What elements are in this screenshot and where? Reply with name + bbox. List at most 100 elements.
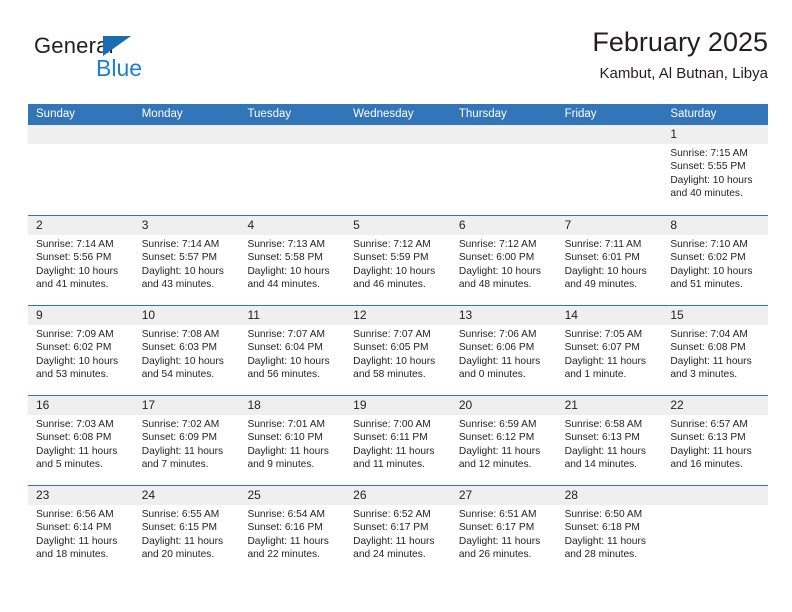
daylight-text-line2: and 5 minutes. bbox=[36, 459, 103, 471]
day-cell[interactable]: 24 Sunrise: 6:55 AM Sunset: 6:15 PM Dayl… bbox=[133, 486, 240, 575]
page-subtitle-location: Kambut, Al Butnan, Libya bbox=[599, 65, 768, 82]
day-number-band: 18 bbox=[239, 396, 346, 415]
sunset-text: Sunset: 6:02 PM bbox=[670, 252, 746, 264]
day-number: 19 bbox=[353, 398, 367, 412]
day-details: Sunrise: 7:06 AM Sunset: 6:06 PM Dayligh… bbox=[451, 325, 557, 382]
day-number-band: 15 bbox=[662, 306, 769, 325]
day-number: 23 bbox=[36, 488, 50, 502]
daylight-text-line1: Daylight: 11 hours bbox=[458, 535, 541, 547]
day-details: Sunrise: 7:11 AM Sunset: 6:01 PM Dayligh… bbox=[557, 235, 663, 292]
daylight-text-line2: and 43 minutes. bbox=[141, 279, 215, 291]
page-header: General Blue February 2025 Kambut, Al Bu… bbox=[28, 26, 768, 98]
sunset-text: Sunset: 5:55 PM bbox=[670, 161, 746, 173]
sunset-text: Sunset: 6:11 PM bbox=[353, 432, 428, 444]
day-number-band: 5 bbox=[345, 216, 451, 235]
day-cell[interactable]: 23 Sunrise: 6:56 AM Sunset: 6:14 PM Dayl… bbox=[28, 486, 134, 575]
sunset-text: Sunset: 6:18 PM bbox=[564, 522, 640, 534]
daylight-text-line2: and 9 minutes. bbox=[247, 459, 315, 471]
day-cell[interactable] bbox=[345, 125, 451, 215]
day-number-band: 9 bbox=[28, 306, 134, 325]
day-details: Sunrise: 7:13 AM Sunset: 5:58 PM Dayligh… bbox=[239, 235, 345, 292]
day-number: 13 bbox=[458, 308, 473, 322]
day-cell[interactable]: 28 Sunrise: 6:50 AM Sunset: 6:18 PM Dayl… bbox=[556, 486, 663, 575]
day-cell[interactable]: 7 Sunrise: 7:11 AM Sunset: 6:01 PM Dayli… bbox=[556, 216, 663, 305]
day-details: Sunrise: 6:50 AM Sunset: 6:18 PM Dayligh… bbox=[557, 505, 663, 562]
calendar-page: General Blue February 2025 Kambut, Al Bu… bbox=[0, 0, 792, 612]
daylight-text-line1: Daylight: 11 hours bbox=[564, 445, 646, 457]
day-cell[interactable]: 13 Sunrise: 7:06 AM Sunset: 6:06 PM Dayl… bbox=[450, 306, 557, 395]
daylight-text-line1: Daylight: 10 hours bbox=[564, 265, 647, 277]
day-number-band: 13 bbox=[450, 306, 557, 325]
day-details: Sunrise: 7:07 AM Sunset: 6:05 PM Dayligh… bbox=[345, 325, 451, 382]
day-number-band: 7 bbox=[556, 216, 663, 235]
day-details: Sunrise: 6:58 AM Sunset: 6:13 PM Dayligh… bbox=[557, 415, 663, 472]
sunset-text: Sunset: 6:14 PM bbox=[36, 522, 112, 534]
daylight-text-line1: Daylight: 10 hours bbox=[36, 355, 119, 367]
sunset-text: Sunset: 6:13 PM bbox=[564, 432, 640, 444]
day-cell[interactable] bbox=[28, 125, 134, 215]
weekday-header-monday: Monday bbox=[141, 108, 183, 120]
day-details: Sunrise: 6:51 AM Sunset: 6:17 PM Dayligh… bbox=[451, 505, 557, 562]
day-cell[interactable]: 19 Sunrise: 7:00 AM Sunset: 6:11 PM Dayl… bbox=[345, 396, 451, 485]
sunset-text: Sunset: 6:13 PM bbox=[670, 432, 746, 444]
day-details bbox=[557, 144, 663, 147]
day-cell[interactable]: 4 Sunrise: 7:13 AM Sunset: 5:58 PM Dayli… bbox=[239, 216, 346, 305]
daylight-text-line1: Daylight: 11 hours bbox=[564, 535, 646, 547]
day-cell[interactable]: 16 Sunrise: 7:03 AM Sunset: 6:08 PM Dayl… bbox=[28, 396, 134, 485]
day-cell[interactable] bbox=[133, 125, 240, 215]
sunrise-text: Sunrise: 6:58 AM bbox=[564, 419, 643, 430]
day-cell[interactable]: 10 Sunrise: 7:08 AM Sunset: 6:03 PM Dayl… bbox=[133, 306, 240, 395]
day-number-band: 27 bbox=[450, 486, 557, 505]
day-cell[interactable]: 5 Sunrise: 7:12 AM Sunset: 5:59 PM Dayli… bbox=[345, 216, 451, 305]
day-cell[interactable]: 21 Sunrise: 6:58 AM Sunset: 6:13 PM Dayl… bbox=[556, 396, 663, 485]
daylight-text-line2: and 49 minutes. bbox=[564, 279, 638, 291]
day-number-band bbox=[345, 125, 451, 144]
day-cell[interactable] bbox=[239, 125, 346, 215]
day-cell[interactable]: 9 Sunrise: 7:09 AM Sunset: 6:02 PM Dayli… bbox=[28, 306, 134, 395]
day-cell[interactable]: 2 Sunrise: 7:14 AM Sunset: 5:56 PM Dayli… bbox=[28, 216, 134, 305]
day-cell[interactable]: 25 Sunrise: 6:54 AM Sunset: 6:16 PM Dayl… bbox=[239, 486, 346, 575]
sunrise-text: Sunrise: 7:13 AM bbox=[247, 239, 326, 250]
day-cell[interactable]: 12 Sunrise: 7:07 AM Sunset: 6:05 PM Dayl… bbox=[345, 306, 451, 395]
day-cell[interactable]: 15 Sunrise: 7:04 AM Sunset: 6:08 PM Dayl… bbox=[662, 306, 769, 395]
day-cell[interactable]: 11 Sunrise: 7:07 AM Sunset: 6:04 PM Dayl… bbox=[239, 306, 346, 395]
logo-text-blue: Blue bbox=[96, 55, 143, 81]
day-cell[interactable] bbox=[556, 125, 663, 215]
day-cell[interactable]: 26 Sunrise: 6:52 AM Sunset: 6:17 PM Dayl… bbox=[345, 486, 451, 575]
day-details bbox=[239, 144, 345, 147]
daylight-text-line2: and 18 minutes. bbox=[36, 549, 109, 561]
daylight-text-line2: and 41 minutes. bbox=[36, 279, 109, 291]
sunrise-text: Sunrise: 7:08 AM bbox=[141, 329, 220, 340]
day-number-band: 16 bbox=[28, 396, 134, 415]
day-number: 22 bbox=[670, 398, 684, 412]
day-cell[interactable] bbox=[662, 486, 769, 575]
daylight-text-line1: Daylight: 11 hours bbox=[564, 355, 646, 367]
day-cell[interactable]: 18 Sunrise: 7:01 AM Sunset: 6:10 PM Dayl… bbox=[239, 396, 346, 485]
sunrise-text: Sunrise: 7:07 AM bbox=[247, 329, 326, 340]
sunrise-text: Sunrise: 7:02 AM bbox=[141, 419, 220, 430]
day-number-band: 26 bbox=[345, 486, 451, 505]
weekday-header-thursday: Thursday bbox=[458, 108, 507, 120]
daylight-text-line2: and 44 minutes. bbox=[247, 279, 320, 291]
daylight-text-line2: and 22 minutes. bbox=[247, 549, 320, 561]
day-number: 18 bbox=[247, 398, 261, 412]
day-details: Sunrise: 6:52 AM Sunset: 6:17 PM Dayligh… bbox=[345, 505, 451, 562]
day-cell[interactable]: 1 Sunrise: 7:15 AM Sunset: 5:55 PM Dayli… bbox=[662, 125, 769, 215]
sunset-text: Sunset: 5:59 PM bbox=[353, 252, 429, 264]
day-cell[interactable] bbox=[450, 125, 557, 215]
day-cell[interactable]: 14 Sunrise: 7:05 AM Sunset: 6:07 PM Dayl… bbox=[556, 306, 663, 395]
day-cell[interactable]: 6 Sunrise: 7:12 AM Sunset: 6:00 PM Dayli… bbox=[450, 216, 557, 305]
day-cell[interactable]: 8 Sunrise: 7:10 AM Sunset: 6:02 PM Dayli… bbox=[662, 216, 769, 305]
day-cell[interactable]: 3 Sunrise: 7:14 AM Sunset: 5:57 PM Dayli… bbox=[133, 216, 240, 305]
day-cell[interactable]: 17 Sunrise: 7:02 AM Sunset: 6:09 PM Dayl… bbox=[133, 396, 240, 485]
day-details: Sunrise: 7:14 AM Sunset: 5:57 PM Dayligh… bbox=[134, 235, 240, 292]
daylight-text-line1: Daylight: 10 hours bbox=[353, 265, 436, 277]
daylight-text-line1: Daylight: 10 hours bbox=[670, 174, 753, 186]
sunrise-text: Sunrise: 7:05 AM bbox=[564, 329, 643, 340]
day-cell[interactable]: 22 Sunrise: 6:57 AM Sunset: 6:13 PM Dayl… bbox=[662, 396, 769, 485]
day-cell[interactable]: 20 Sunrise: 6:59 AM Sunset: 6:12 PM Dayl… bbox=[450, 396, 557, 485]
day-cell[interactable]: 27 Sunrise: 6:51 AM Sunset: 6:17 PM Dayl… bbox=[450, 486, 557, 575]
day-details: Sunrise: 7:01 AM Sunset: 6:10 PM Dayligh… bbox=[239, 415, 345, 472]
sunset-text: Sunset: 6:12 PM bbox=[458, 432, 535, 444]
general-blue-logo[interactable]: General Blue bbox=[34, 34, 254, 90]
